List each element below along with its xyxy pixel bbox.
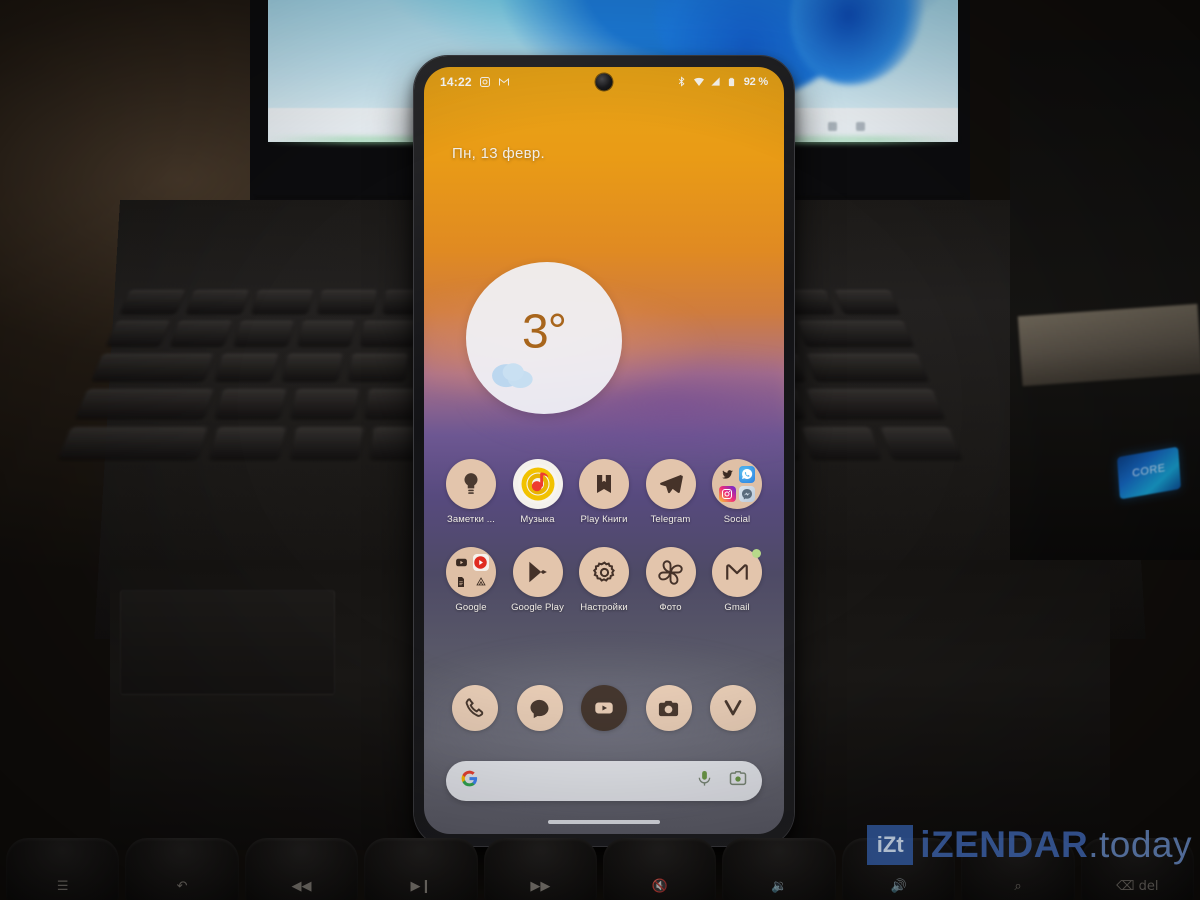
battery-icon: [727, 76, 739, 88]
yandex-music-icon: [512, 459, 563, 509]
key-label: ▶❙: [410, 879, 432, 894]
key-label: ◀◀: [291, 879, 312, 894]
app-music[interactable]: Музыка: [507, 459, 569, 525]
app-label: Заметки ...: [447, 514, 495, 525]
messages-icon[interactable]: [516, 685, 563, 731]
app-keep-notes[interactable]: Заметки ...: [440, 459, 502, 525]
app-label: Настройки: [580, 602, 628, 613]
drive-icon: [472, 573, 489, 590]
key-back[interactable]: ↶: [125, 838, 239, 900]
app-grid: Заметки ... Музыка Play Книги Telegram S…: [424, 459, 784, 635]
key-previous-track[interactable]: ◀◀: [244, 838, 359, 900]
background-light-strip: [1017, 303, 1200, 387]
app-photos[interactable]: Фото: [640, 547, 702, 613]
watermark-name: iZENDAR: [920, 824, 1089, 865]
key-label: 🔉: [771, 879, 788, 894]
app-label: Play Книги: [580, 514, 628, 525]
dock: [424, 685, 784, 731]
key-label: ☰: [56, 879, 69, 894]
home-gesture-pill[interactable]: [548, 820, 660, 824]
key-label: 🔊: [890, 879, 907, 894]
app-row: Google Google Play Настройки Фото Gmail: [440, 547, 768, 613]
key-next-track[interactable]: ▶▶: [483, 838, 598, 900]
key-menu[interactable]: ☰: [6, 838, 120, 900]
folder-google[interactable]: Google: [440, 547, 502, 613]
gmail-icon: [498, 76, 510, 88]
photo-scene: 14:22: [0, 0, 1200, 900]
keep-notes-icon: [446, 459, 496, 509]
vivaldi-icon[interactable]: [710, 685, 756, 731]
key-label: ⌫ del: [1116, 879, 1159, 894]
app-telegram[interactable]: Telegram: [640, 459, 702, 525]
app-google-play[interactable]: Google Play: [507, 547, 569, 613]
laptop-trackpad: [120, 590, 335, 695]
play-books-icon: [579, 459, 629, 509]
whatsapp-icon: [738, 466, 755, 483]
instagram-icon: [719, 485, 736, 502]
watermark-suffix: .today: [1088, 824, 1192, 865]
key-label: ⌕: [1014, 879, 1022, 894]
folder-icon: [446, 547, 496, 597]
youtube-icon: [453, 554, 470, 571]
telegram-icon: [645, 459, 696, 509]
youtube-icon[interactable]: [581, 685, 627, 731]
app-label: Google Play: [511, 602, 564, 613]
watermark-badge: iZt: [867, 825, 914, 865]
app-label: Gmail: [724, 602, 750, 613]
app-settings[interactable]: Настройки: [573, 547, 635, 613]
play-store-icon: [512, 547, 563, 597]
google-search-bar[interactable]: [446, 761, 762, 801]
google-photos-icon: [645, 547, 696, 597]
app-label: Telegram: [650, 514, 691, 525]
weather-temperature: 3°: [522, 305, 567, 359]
phone-icon[interactable]: [452, 685, 498, 731]
google-g-icon: [460, 769, 479, 793]
key-label: ↶: [176, 879, 188, 894]
status-time: 14:22: [440, 75, 472, 89]
key-label: 🔇: [651, 879, 668, 894]
key-volume-down[interactable]: 🔉: [722, 838, 836, 900]
notification-badge: [752, 549, 761, 558]
microphone-icon[interactable]: [695, 769, 714, 793]
folder-social[interactable]: Social: [706, 459, 768, 525]
youtube-music-icon: [472, 554, 489, 571]
app-row: Заметки ... Музыка Play Книги Telegram S…: [440, 459, 768, 525]
watermark: iZt iZENDAR.today: [867, 824, 1192, 866]
google-lens-icon[interactable]: [728, 769, 748, 794]
screenshot-icon: [479, 76, 491, 88]
settings-gear-icon: [579, 547, 629, 597]
signal-icon: [710, 76, 722, 88]
cloud-icon: [488, 358, 542, 388]
messenger-icon: [738, 485, 755, 502]
gmail-icon: [712, 547, 762, 597]
front-camera-punch-hole: [595, 73, 613, 91]
battery-percentage: 92 %: [743, 76, 768, 88]
key-mute[interactable]: 🔇: [603, 838, 717, 900]
pixel-phone: 14:22 92 % Пн, 13 февр. 3° Заметки ... М…: [414, 56, 794, 846]
app-label: Google: [455, 602, 487, 613]
app-play-books[interactable]: Play Книги: [573, 459, 635, 525]
twitter-icon: [719, 466, 736, 483]
key-label: ▶▶: [530, 879, 551, 894]
phone-screen[interactable]: 14:22 92 % Пн, 13 февр. 3° Заметки ... М…: [424, 67, 784, 834]
weather-widget[interactable]: 3°: [466, 262, 622, 414]
app-label: Фото: [659, 602, 682, 613]
folder-icon: [712, 459, 762, 509]
home-date-label[interactable]: Пн, 13 февр.: [452, 145, 545, 162]
camera-icon[interactable]: [645, 685, 692, 731]
key-play-pause[interactable]: ▶❙: [364, 838, 478, 900]
bluetooth-icon: [676, 76, 688, 88]
app-gmail[interactable]: Gmail: [706, 547, 768, 613]
app-label: Social: [723, 514, 751, 525]
docs-icon: [453, 573, 470, 590]
wifi-icon: [693, 76, 705, 88]
app-label: Музыка: [520, 514, 555, 525]
